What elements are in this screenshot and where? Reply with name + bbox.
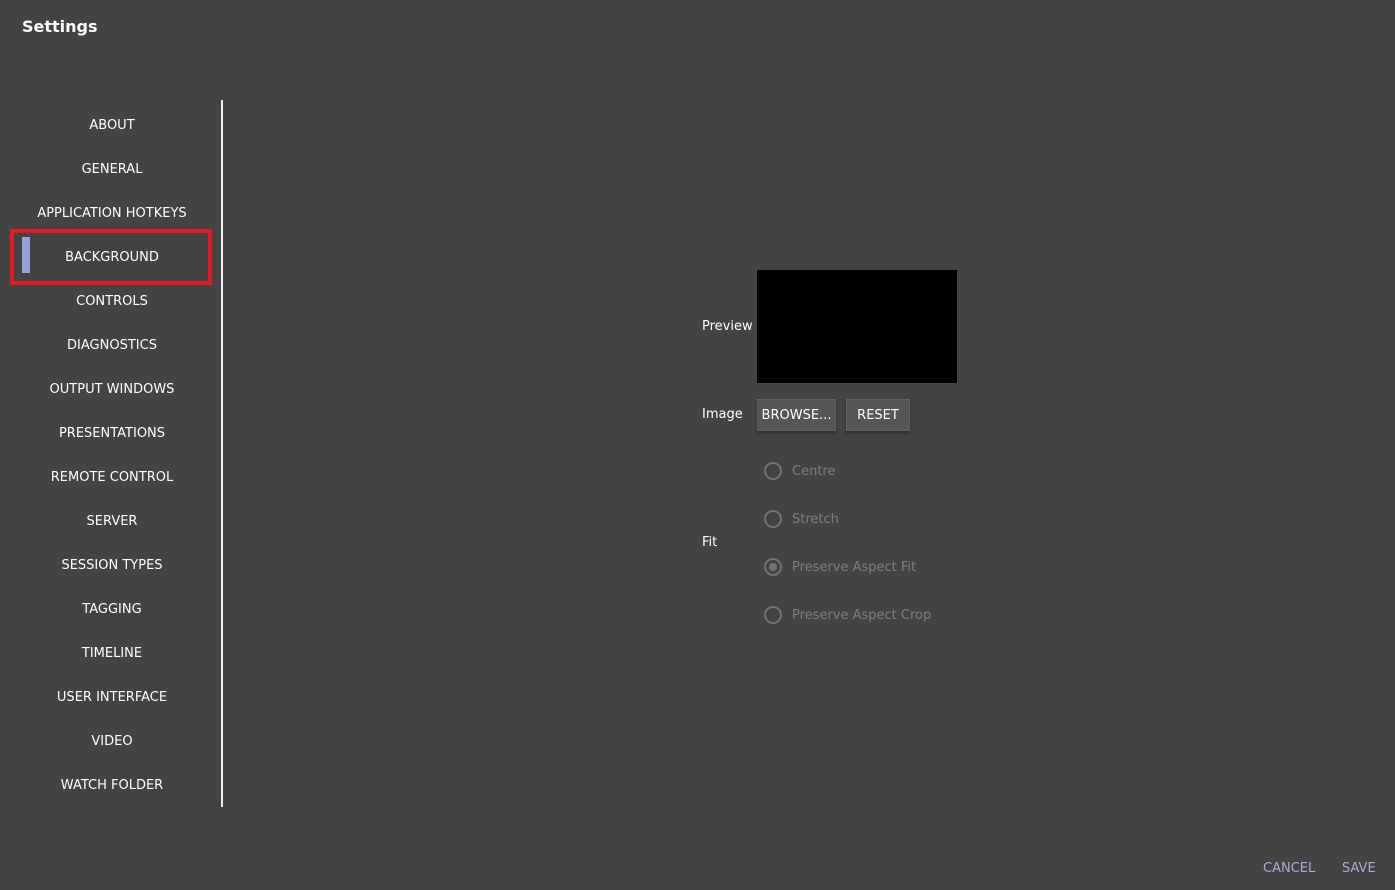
sidebar-item-watch-folder[interactable]: WATCH FOLDER — [10, 763, 212, 807]
sidebar-item-label: VIDEO — [91, 733, 133, 749]
sidebar-item-label: REMOTE CONTROL — [50, 469, 174, 485]
background-preview — [757, 270, 957, 383]
fit-option-centre[interactable]: Centre — [764, 460, 835, 482]
sidebar-item-label: TAGGING — [82, 601, 142, 617]
sidebar-item-output-windows[interactable]: OUTPUT WINDOWS — [10, 367, 212, 411]
sidebar-item-general[interactable]: GENERAL — [10, 147, 212, 191]
sidebar-item-label: APPLICATION HOTKEYS — [37, 205, 187, 221]
fit-option-label: Preserve Aspect Crop — [792, 607, 932, 623]
sidebar-item-server[interactable]: SERVER — [10, 499, 212, 543]
sidebar-item-presentations[interactable]: PRESENTATIONS — [10, 411, 212, 455]
save-button[interactable]: SAVE — [1342, 861, 1376, 876]
preview-label: Preview — [702, 319, 753, 334]
sidebar-item-remote-control[interactable]: REMOTE CONTROL — [10, 455, 212, 499]
sidebar-item-diagnostics[interactable]: DIAGNOSTICS — [10, 323, 212, 367]
fit-label: Fit — [702, 535, 718, 550]
sidebar-item-about[interactable]: ABOUT — [10, 103, 212, 147]
sidebar-item-label: CONTROLS — [76, 293, 148, 309]
sidebar-item-label: GENERAL — [81, 161, 143, 177]
browse-button[interactable]: BROWSE... — [757, 399, 836, 431]
sidebar-item-controls[interactable]: CONTROLS — [10, 279, 212, 323]
cancel-button[interactable]: CANCEL — [1263, 861, 1315, 876]
sidebar-item-session-types[interactable]: SESSION TYPES — [10, 543, 212, 587]
selection-indicator — [22, 237, 30, 273]
sidebar-item-label: SESSION TYPES — [61, 557, 163, 573]
sidebar-item-label: ABOUT — [89, 117, 135, 133]
sidebar-item-label: DIAGNOSTICS — [67, 337, 157, 353]
sidebar-item-label: SERVER — [86, 513, 138, 529]
sidebar-item-background[interactable]: BACKGROUND — [10, 229, 212, 285]
fit-option-preserve-aspect-crop[interactable]: Preserve Aspect Crop — [764, 604, 931, 626]
sidebar: ABOUT GENERAL APPLICATION HOTKEYS BACKGR… — [0, 102, 222, 806]
reset-button[interactable]: RESET — [846, 399, 910, 431]
sidebar-item-video[interactable]: VIDEO — [10, 719, 212, 763]
sidebar-item-label: TIMELINE — [81, 645, 143, 661]
radio-button[interactable] — [764, 558, 782, 576]
sidebar-item-timeline[interactable]: TIMELINE — [10, 631, 212, 675]
fit-option-label: Preserve Aspect Fit — [792, 559, 917, 575]
radio-button[interactable] — [764, 462, 782, 480]
sidebar-item-label: OUTPUT WINDOWS — [49, 381, 175, 397]
fit-option-stretch[interactable]: Stretch — [764, 508, 839, 530]
sidebar-item-label: WATCH FOLDER — [60, 777, 164, 793]
sidebar-item-label: PRESENTATIONS — [58, 425, 166, 441]
image-label: Image — [702, 407, 743, 422]
sidebar-item-label: BACKGROUND — [65, 249, 159, 265]
settings-title: Settings — [22, 17, 98, 36]
sidebar-item-user-interface[interactable]: USER INTERFACE — [10, 675, 212, 719]
fit-option-preserve-aspect-fit[interactable]: Preserve Aspect Fit — [764, 556, 916, 578]
fit-option-label: Centre — [792, 463, 836, 479]
radio-button[interactable] — [764, 510, 782, 528]
sidebar-item-label: USER INTERFACE — [56, 689, 168, 705]
sidebar-item-tagging[interactable]: TAGGING — [10, 587, 212, 631]
radio-button[interactable] — [764, 606, 782, 624]
fit-option-label: Stretch — [792, 511, 839, 527]
